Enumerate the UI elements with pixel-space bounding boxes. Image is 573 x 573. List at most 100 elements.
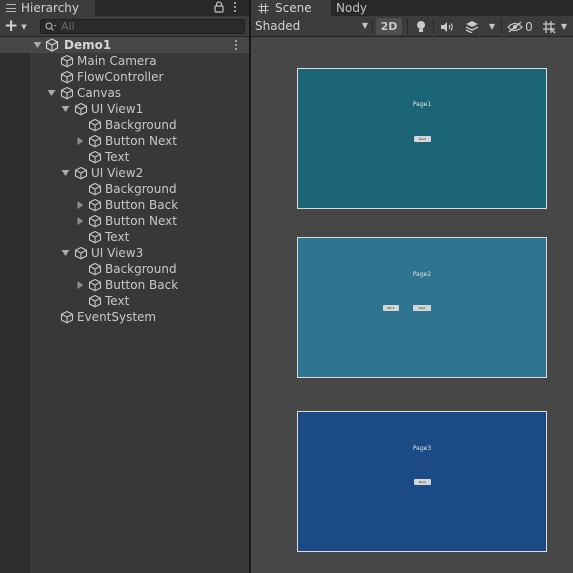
hierarchy-item-label: Button Back <box>105 278 179 292</box>
chevron-down-icon: ▼ <box>488 22 496 31</box>
hierarchy-item[interactable]: Button Back <box>0 197 249 213</box>
speaker-icon <box>441 21 453 32</box>
hierarchy-item-label: Text <box>105 150 130 164</box>
hierarchy-item[interactable]: Button Back <box>0 277 249 293</box>
search-icon <box>45 22 57 31</box>
tab-scene[interactable]: Scene <box>251 0 331 16</box>
unity-scene-icon <box>45 38 59 52</box>
hierarchy-item-label: Button Next <box>105 214 177 228</box>
fold-open-icon[interactable] <box>33 41 42 49</box>
hierarchy-item-label: Main Camera <box>77 54 157 68</box>
gameobject-icon <box>88 118 102 132</box>
ui-page-2[interactable]: Page2 Back Next <box>297 237 547 378</box>
tab-hierarchy[interactable]: Hierarchy <box>0 0 95 16</box>
fold-open-icon[interactable] <box>61 105 70 113</box>
hierarchy-item-label: Text <box>105 294 130 308</box>
create-button[interactable]: + ▼ <box>4 18 32 35</box>
hierarchy-item-label: Canvas <box>77 86 122 100</box>
gameobject-icon <box>88 230 102 244</box>
toggle-2d-button[interactable]: 2D <box>376 18 402 35</box>
page-back-button[interactable]: Back <box>383 305 399 311</box>
gameobject-icon <box>88 198 102 212</box>
scene-panel: Scene Nody Shaded ▼ 2D ▼ 0 ▼ Page1 Next … <box>251 0 573 573</box>
fold-open-icon[interactable] <box>47 89 56 97</box>
gameobject-icon <box>60 70 74 84</box>
search-input[interactable] <box>61 20 241 33</box>
fold-closed-icon[interactable] <box>76 217 85 225</box>
fold-closed-icon[interactable] <box>76 137 85 145</box>
shading-mode-dropdown[interactable]: Shaded ▼ <box>251 16 371 36</box>
fold-closed-icon[interactable] <box>76 281 85 289</box>
gameobject-icon <box>74 166 88 180</box>
gameobject-icon <box>88 278 102 292</box>
gameobject-icon <box>60 54 74 68</box>
toolbar-separator <box>501 19 502 34</box>
tab-nody[interactable]: Nody <box>331 0 387 16</box>
scene-toolbar: Shaded ▼ 2D ▼ 0 ▼ <box>251 16 573 37</box>
fold-closed-icon[interactable] <box>76 201 85 209</box>
hierarchy-item[interactable]: Background <box>0 181 249 197</box>
hierarchy-item[interactable]: FlowController <box>0 69 249 85</box>
page-next-button[interactable]: Next <box>413 305 431 311</box>
scene-visibility-toggle[interactable]: 0 <box>505 18 535 35</box>
tab-scene-label: Scene <box>275 1 312 15</box>
hierarchy-panel: Hierarchy + ▼ All Demo1 Main Camera Flow… <box>0 0 249 573</box>
hidden-objects-count: 0 <box>525 19 533 34</box>
gameobject-icon <box>60 86 74 100</box>
hierarchy-item[interactable]: Canvas <box>0 85 249 101</box>
hierarchy-item[interactable]: UI View3 <box>0 245 249 261</box>
hierarchy-item[interactable]: Button Next <box>0 133 249 149</box>
ui-page-1[interactable]: Page1 Next <box>297 68 547 209</box>
grid-dropdown[interactable]: ▼ <box>559 18 569 35</box>
effects-toggle[interactable] <box>463 18 481 35</box>
hierarchy-item[interactable]: Main Camera <box>0 53 249 69</box>
ui-page-3[interactable]: Page3 Back <box>297 411 547 552</box>
scene-row-demo1[interactable]: Demo1 <box>0 37 249 53</box>
gameobject-icon <box>88 262 102 276</box>
toolbar-separator <box>433 19 434 34</box>
toolbar-separator <box>407 19 408 34</box>
page-title: Page3 <box>412 445 432 452</box>
hierarchy-menu-icon[interactable] <box>233 2 237 12</box>
gameobject-icon <box>88 182 102 196</box>
hierarchy-toolbar: + ▼ <box>0 16 249 37</box>
hierarchy-item[interactable]: EventSystem <box>0 309 249 325</box>
scene-name: Demo1 <box>64 38 112 52</box>
hierarchy-item-label: FlowController <box>77 70 164 84</box>
hierarchy-item[interactable]: Background <box>0 261 249 277</box>
hierarchy-tab-bar: Hierarchy <box>0 0 249 16</box>
hierarchy-item[interactable]: Text <box>0 293 249 309</box>
hierarchy-item[interactable]: Background <box>0 117 249 133</box>
hierarchy-search[interactable] <box>40 19 245 34</box>
hierarchy-item-label: UI View2 <box>91 166 144 180</box>
audio-toggle[interactable] <box>438 18 456 35</box>
lighting-toggle[interactable] <box>412 18 430 35</box>
page-next-button[interactable]: Next <box>414 136 431 142</box>
plus-icon: + <box>4 16 19 36</box>
fold-open-icon[interactable] <box>61 169 70 177</box>
tab-nody-label: Nody <box>336 1 368 15</box>
fold-open-icon[interactable] <box>61 249 70 257</box>
gameobject-icon <box>88 294 102 308</box>
eye-slash-icon <box>507 21 524 32</box>
lock-icon[interactable] <box>214 1 224 13</box>
gameobject-icon <box>88 134 102 148</box>
hierarchy-item[interactable]: UI View2 <box>0 165 249 181</box>
page-back-button[interactable]: Back <box>414 479 431 485</box>
hierarchy-item-label: Background <box>105 262 177 276</box>
hierarchy-item[interactable]: UI View1 <box>0 101 249 117</box>
hierarchy-item-label: Button Back <box>105 198 179 212</box>
scene-tab-bar: Scene Nody <box>251 0 573 16</box>
hierarchy-item-label: UI View3 <box>91 246 144 260</box>
chevron-down-icon: ▼ <box>560 22 568 31</box>
effects-dropdown[interactable]: ▼ <box>487 18 497 35</box>
shading-mode-value: Shaded <box>255 19 301 33</box>
toggle-2d-label: 2D <box>380 20 398 33</box>
grid-hash-icon <box>258 3 269 13</box>
hierarchy-item[interactable]: Text <box>0 229 249 245</box>
scene-menu-icon[interactable] <box>234 40 238 50</box>
scene-viewport[interactable]: Page1 Next Page2 Back Next Page3 Back <box>251 37 573 573</box>
hierarchy-item[interactable]: Text <box>0 149 249 165</box>
grid-toggle[interactable] <box>541 18 557 35</box>
hierarchy-item[interactable]: Button Next <box>0 213 249 229</box>
